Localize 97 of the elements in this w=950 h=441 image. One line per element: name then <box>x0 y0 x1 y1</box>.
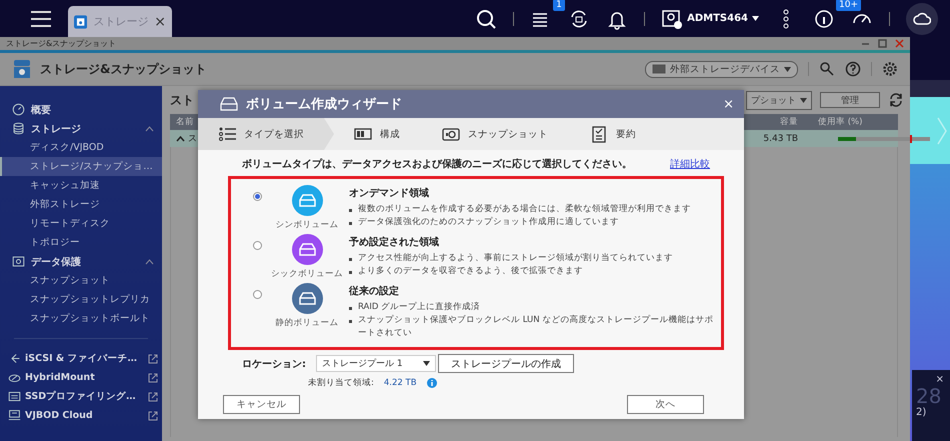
volume-type-label: 静的ボリューム <box>276 317 338 329</box>
drive-icon <box>220 97 238 111</box>
sidebar-item[interactable]: スナップショットレプリカ <box>0 290 162 309</box>
manage-button[interactable]: 管理 <box>820 92 880 108</box>
option-title: 予め設定された領域 <box>349 235 440 249</box>
column-header: 容量 <box>779 116 798 128</box>
database-icon <box>12 122 25 135</box>
app-tab[interactable]: ストレージ × <box>68 6 172 37</box>
column-header: 名前 <box>175 116 194 128</box>
window-title: ストレージ&スナップショット <box>6 38 116 49</box>
sidebar-item[interactable]: ディスク/VJBOD <box>0 138 162 157</box>
radio-button[interactable] <box>253 241 262 250</box>
option-bullet: 複数のボリュームを作成する必要がある場合には、柔軟な領域管理が利用できます <box>358 203 691 216</box>
cloud-icon[interactable] <box>913 12 931 26</box>
volume-type-label: シックボリューム <box>271 268 343 280</box>
sidebar-item[interactable]: 外部ストレージ <box>0 195 162 214</box>
sidebar-item[interactable]: スナップショットボールト <box>0 309 162 328</box>
compare-link[interactable]: 詳細比較 <box>670 157 710 171</box>
close-button[interactable]: × <box>936 374 944 385</box>
app-title: ストレージ&スナップショット <box>40 60 206 78</box>
server-icon <box>8 409 21 422</box>
external-link-icon[interactable] <box>148 354 158 364</box>
sidebar-item[interactable]: ストレージ/スナップショ… <box>0 157 162 176</box>
sidebar-link[interactable]: SSDプロファイリング… <box>0 387 162 406</box>
caret-icon[interactable] <box>176 136 185 142</box>
sidebar-item[interactable]: ストレージ <box>0 119 162 138</box>
volume-type-icon[interactable] <box>292 234 322 265</box>
device-dropdown[interactable]: 外部ストレージデバイス <box>645 60 798 78</box>
wizard-step[interactable]: 構成 <box>334 118 422 150</box>
refresh-icon[interactable] <box>888 92 904 108</box>
wizard-step[interactable]: タイプを選択 <box>198 118 334 150</box>
column-header: 使用率 (%) <box>817 116 864 128</box>
sidebar-item[interactable]: スナップショット <box>0 271 162 290</box>
cancel-button[interactable]: キャンセル <box>223 395 300 414</box>
sidebar-link[interactable]: HybridMount <box>0 368 162 387</box>
volume-type-icon[interactable] <box>292 283 322 314</box>
user-icon[interactable] <box>661 8 684 30</box>
notification-badge: 10+ <box>836 0 861 10</box>
volume-type-icon[interactable] <box>292 185 322 216</box>
drive-icon <box>652 64 666 74</box>
external-link-icon[interactable] <box>148 372 158 382</box>
search-icon[interactable] <box>475 8 498 30</box>
notification-number: 28 <box>916 385 942 407</box>
location-label: ロケーション: <box>242 358 306 370</box>
desktop-panel-strip <box>910 80 950 97</box>
caret-icon[interactable] <box>423 361 430 366</box>
list-icon <box>218 125 236 143</box>
sidebar-item[interactable]: トポロジー <box>0 233 162 252</box>
pool-dropdown[interactable]: ストレージプール 1 <box>316 355 436 372</box>
checklist-icon <box>590 125 608 143</box>
snapshot-dropdown[interactable]: プショット <box>746 90 812 110</box>
option-bullet: より多くのデータを収容できるよう、後で拡張できます <box>358 265 583 278</box>
caret-icon[interactable] <box>752 16 759 21</box>
close-button[interactable]: × <box>723 96 734 112</box>
instruction-text: ボリュームタイプは、データアクセスおよび保護のニーズに応じて選択してください。 <box>242 157 632 171</box>
table-cell-text: 5.43 TB <box>762 134 798 144</box>
table-cell-text: ス <box>188 133 197 145</box>
volume-type-label: シンボリューム <box>276 219 338 231</box>
radio-button[interactable] <box>253 192 262 201</box>
ssd-icon <box>8 390 21 403</box>
option-title: 従来の設定 <box>349 284 400 298</box>
safe-icon <box>12 255 25 268</box>
option-bullet: スナップショット保護やブロックレベル LUN などの高度なストレージプール機能はサポートされてい <box>358 314 714 340</box>
menu-icon[interactable] <box>30 10 52 28</box>
wizard-step[interactable]: 要約 <box>570 118 658 150</box>
option-bullet: RAID グループ上に直接作成済 <box>358 301 480 314</box>
notification-badge: 1 <box>553 0 565 10</box>
create-pool-button[interactable]: ストレージプールの作成 <box>438 354 574 373</box>
external-link-icon[interactable] <box>148 410 158 420</box>
dialog-title: ボリューム作成ウィザード <box>246 96 402 113</box>
user-menu[interactable]: ADMTS464 <box>661 8 759 30</box>
page-heading: スト <box>170 92 194 108</box>
dashboard-icon <box>12 103 25 116</box>
wizard-step[interactable]: スナップショット <box>422 118 570 150</box>
sidebar-link[interactable]: VJBOD Cloud <box>0 406 162 425</box>
sidebar-item[interactable]: データ保護 <box>0 252 162 271</box>
maximize-icon[interactable] <box>878 39 887 48</box>
radio-button[interactable] <box>253 290 262 299</box>
notification-text: 2) <box>916 407 928 418</box>
search-tool-icon[interactable] <box>819 61 835 77</box>
cloud-button[interactable] <box>906 2 938 34</box>
sidebar-item[interactable]: キャッシュ加速 <box>0 176 162 195</box>
unallocated-value: 4.22 TB <box>384 378 417 388</box>
option-bullet: アクセス性能が向上するよう、事前にストレージ領域が割り当てられています <box>358 252 673 265</box>
external-link-icon[interactable] <box>148 392 158 402</box>
next-button[interactable]: 次へ <box>627 395 704 414</box>
sidebar-item[interactable]: リモートディスク <box>0 214 162 233</box>
storage-app-icon <box>74 12 88 30</box>
sidebar-item[interactable]: 概要 <box>0 100 162 119</box>
settings-icon[interactable] <box>882 61 898 77</box>
info-icon[interactable] <box>813 8 835 30</box>
tab-close-button[interactable]: × <box>154 14 166 30</box>
option-bullet: データ保護強化のためのスナップショット作成用に適しています <box>358 216 619 229</box>
option-title: オンデマンド領域 <box>349 186 430 200</box>
unallocated-label: 未割り当て領域: <box>308 377 374 389</box>
sidebar-link[interactable]: iSCSI & ファイバーチ… <box>0 349 162 368</box>
help-icon[interactable] <box>845 61 861 77</box>
